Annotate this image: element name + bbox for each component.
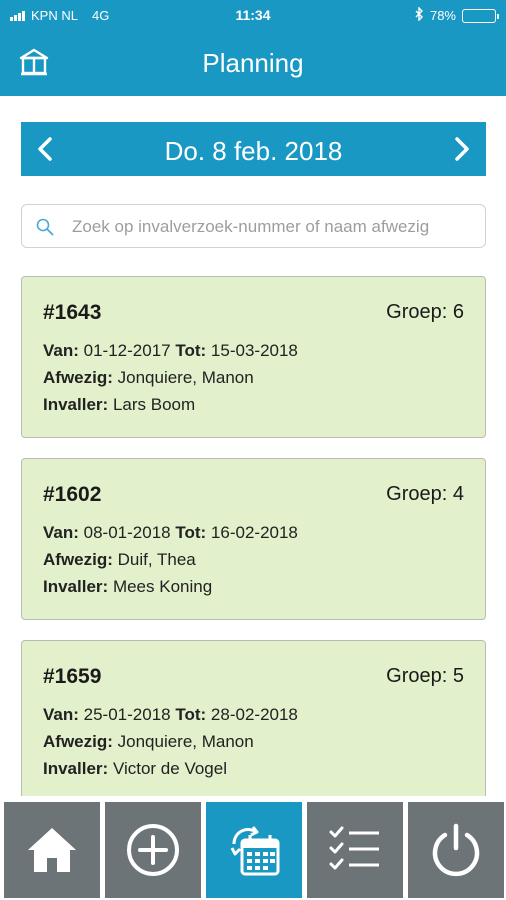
request-dates: Van: 25-01-2018 Tot: 28-02-2018 [43,705,298,725]
invaller-label: Invaller: [43,395,109,414]
calendar-sync-icon [230,826,280,876]
van-label: Van: [43,341,79,360]
app-header: KPN NL 4G 11:34 78% Planning [0,0,506,96]
afwezig-label: Afwezig: [43,732,113,751]
checklist-icon [329,826,379,870]
power-icon [432,823,480,877]
date-navigator: Do. 8 feb. 2018 [21,122,486,176]
afwezig-label: Afwezig: [43,550,113,569]
van-label: Van: [43,705,79,724]
tot-value: 28-02-2018 [210,705,298,724]
request-absent: Afwezig: Jonquiere, Manon [43,732,254,752]
afwezig-value: Duif, Thea [117,550,196,569]
afwezig-value: Jonquiere, Manon [117,368,254,387]
tab-planning[interactable] [206,802,302,898]
afwezig-label: Afwezig: [43,368,113,387]
request-group: Groep: 5 [386,665,464,687]
search-input[interactable] [72,213,477,241]
tot-value: 15-03-2018 [210,341,298,360]
date-label: Do. 8 feb. 2018 [164,136,343,166]
plus-circle-icon [127,824,179,876]
van-value: 25-01-2018 [83,705,171,724]
invaller-value: Lars Boom [112,395,196,414]
battery-icon [462,8,499,23]
bluetooth-icon [415,6,424,24]
tab-home[interactable] [4,802,100,898]
request-number: #1602 [43,483,102,506]
request-number: #1643 [43,301,102,324]
tot-value: 16-02-2018 [210,523,298,542]
request-card[interactable]: #1643 Groep: 6 Van: 01-12-2017 Tot: 15-0… [21,276,486,438]
invaller-label: Invaller: [43,759,109,778]
request-group: Groep: 6 [386,301,464,323]
status-bar: KPN NL 4G 11:34 78% [0,0,506,30]
request-card[interactable]: #1602 Groep: 4 Van: 08-01-2018 Tot: 16-0… [21,458,486,620]
request-absent: Afwezig: Duif, Thea [43,550,196,570]
request-substitute: Invaller: Lars Boom [43,395,195,415]
afwezig-value: Jonquiere, Manon [117,732,254,751]
request-card[interactable]: #1659 Groep: 5 Van: 25-01-2018 Tot: 28-0… [21,640,486,796]
tot-label: Tot: [175,523,207,542]
home-icon [28,828,76,872]
van-value: 01-12-2017 [83,341,171,360]
tot-label: Tot: [175,341,207,360]
request-substitute: Invaller: Mees Koning [43,577,212,597]
invaller-value: Mees Koning [112,577,213,596]
page-title: Planning [202,48,304,78]
tot-label: Tot: [175,705,207,724]
request-group: Groep: 4 [386,483,464,505]
tab-tasks[interactable] [307,802,403,898]
request-dates: Van: 08-01-2018 Tot: 16-02-2018 [43,523,298,543]
search-box [21,204,486,248]
request-substitute: Invaller: Victor de Vogel [43,759,227,779]
tab-add[interactable] [105,802,201,898]
request-list: #1643 Groep: 6 Van: 01-12-2017 Tot: 15-0… [21,276,486,796]
title-bar: Planning [0,30,506,96]
request-dates: Van: 01-12-2017 Tot: 15-03-2018 [43,341,298,361]
tab-logout[interactable] [408,802,504,898]
request-number: #1659 [43,665,102,688]
van-value: 08-01-2018 [83,523,171,542]
search-icon [36,218,54,236]
request-absent: Afwezig: Jonquiere, Manon [43,368,254,388]
invaller-value: Victor de Vogel [112,759,227,778]
invaller-label: Invaller: [43,577,109,596]
chevron-right-icon[interactable] [446,134,476,164]
status-right: 78% [415,6,499,24]
bottom-tab-bar [0,798,506,900]
battery-percent: 78% [429,8,456,23]
van-label: Van: [43,523,79,542]
